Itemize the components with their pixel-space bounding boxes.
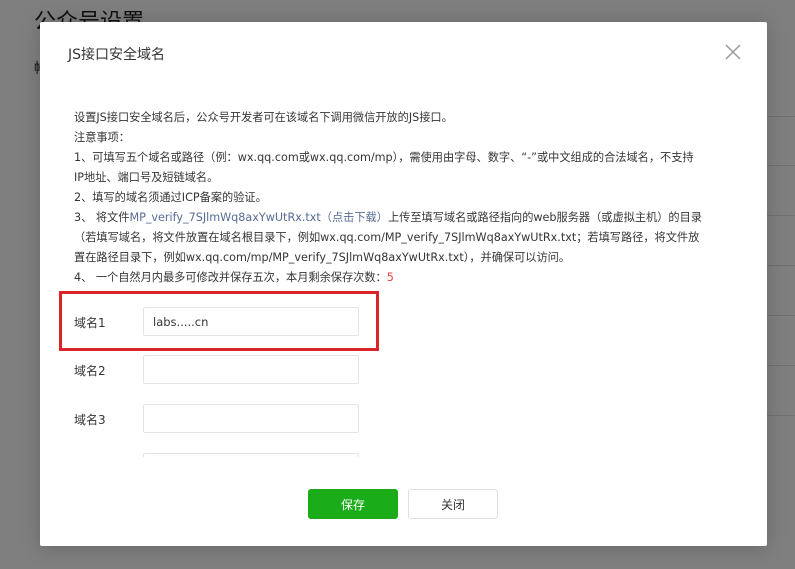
domain-field-row-1: 域名1 — [74, 307, 474, 339]
dialog-description: 设置JS接口安全域名后，公众号开发者可在该域名下调用微信开放的JS接口。 注意事… — [74, 108, 744, 288]
domain-3-input[interactable] — [143, 404, 359, 433]
close-icon[interactable] — [723, 42, 743, 62]
note-1-line-1: 1、可填写五个域名或路径（例：wx.qq.com或wx.qq.com/mp），需… — [74, 151, 694, 164]
note-3-line-2: （若填写域名，将文件放置在域名根目录下，例如wx.qq.com/MP_verif… — [74, 231, 700, 244]
js-domain-dialog: JS接口安全域名 设置JS接口安全域名后，公众号开发者可在该域名下调用微信开放的… — [40, 22, 767, 546]
domain-field-row-2: 域名2 — [74, 355, 474, 387]
note-3-line-1: 3、 将文件MP_verify_7SJlmWq8axYwUtRx.txt（点击下… — [74, 208, 744, 228]
dialog-title: JS接口安全域名 — [68, 47, 166, 63]
note-3-prefix: 3、 将文件 — [74, 211, 130, 224]
domain-field-row-4-partial — [74, 453, 474, 457]
dialog-footer: 保存 关闭 — [40, 489, 767, 519]
remaining-count: 5 — [386, 271, 394, 284]
domain-field-row-3: 域名3 — [74, 404, 474, 436]
download-link[interactable]: （点击下载） — [321, 211, 388, 224]
note-3-suffix: 上传至填写域名或路径指向的web服务器（或虚拟主机）的目录 — [387, 211, 702, 224]
note-2: 2、填写的域名须通过ICP备案的验证。 — [74, 191, 267, 204]
intro-text: 设置JS接口安全域名后，公众号开发者可在该域名下调用微信开放的JS接口。 — [74, 111, 453, 124]
verify-file-link[interactable]: MP_verify_7SJlmWq8axYwUtRx.txt — [129, 211, 320, 224]
note-4-prefix: 4、 一个自然月内最多可修改并保存五次，本月剩余保存次数： — [74, 271, 387, 284]
note-4: 4、 一个自然月内最多可修改并保存五次，本月剩余保存次数：5 — [74, 268, 744, 288]
domain-1-input[interactable] — [143, 307, 359, 336]
domain-3-label: 域名3 — [74, 413, 106, 427]
domain-fields-scroll[interactable]: 域名1 域名2 域名3 — [74, 307, 734, 457]
domain-2-label: 域名2 — [74, 364, 106, 378]
domain-4-input[interactable] — [143, 453, 359, 457]
note-1-line-2: IP地址、端口号及短链域名。 — [74, 171, 219, 184]
domain-2-input[interactable] — [143, 355, 359, 384]
close-button[interactable]: 关闭 — [408, 489, 498, 519]
notice-heading: 注意事项： — [74, 131, 130, 144]
domain-1-label: 域名1 — [74, 316, 106, 330]
save-button[interactable]: 保存 — [308, 489, 398, 519]
note-3-line-3: 置在路径目录下，例如wx.qq.com/mp/MP_verify_7SJlmWq… — [74, 251, 571, 264]
